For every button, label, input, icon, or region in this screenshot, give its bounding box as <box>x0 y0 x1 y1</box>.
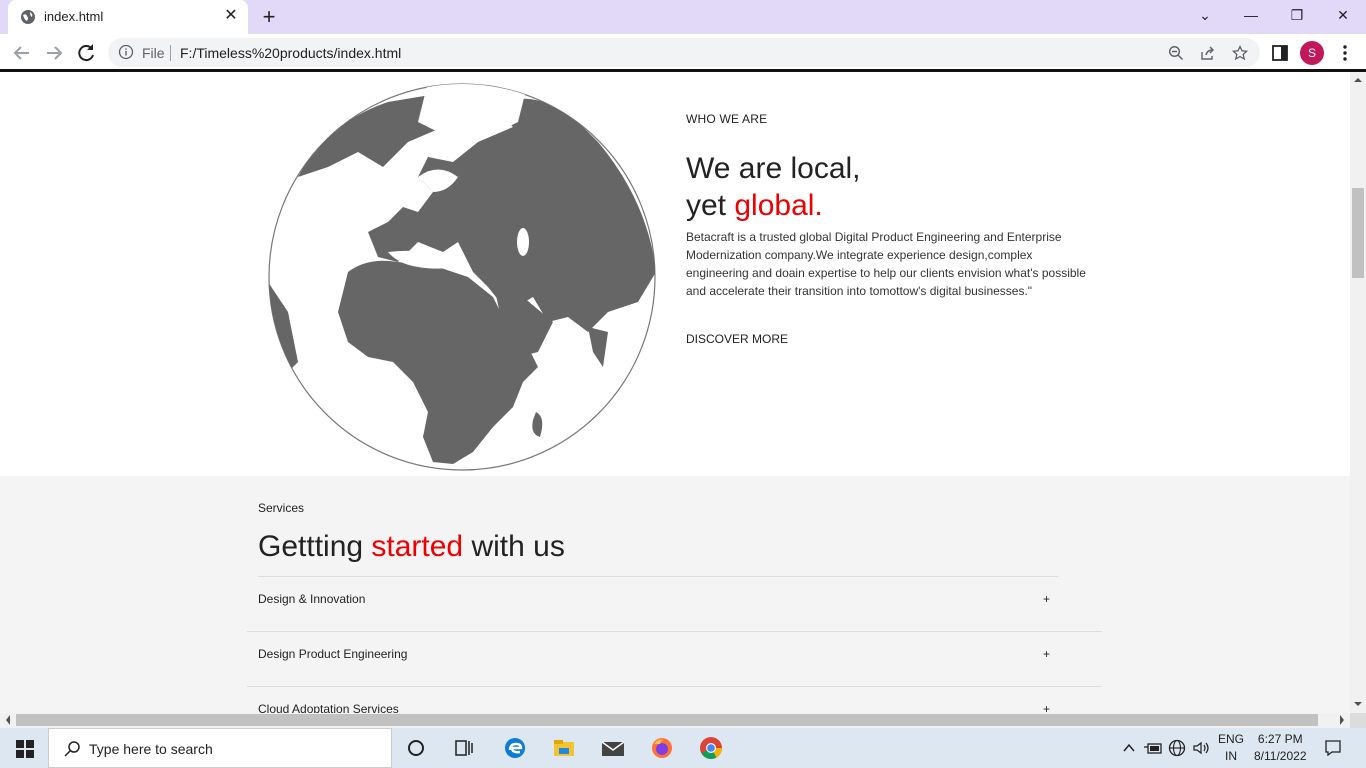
back-arrow-icon[interactable] <box>10 41 34 65</box>
tab-title: index.html <box>44 9 104 24</box>
volume-icon[interactable] <box>1192 739 1210 757</box>
url-scheme-label: File <box>142 45 165 61</box>
accordion-divider <box>247 631 1102 632</box>
accordion-expand-icon[interactable]: + <box>1043 702 1050 713</box>
tab-search-button[interactable]: ⌄ <box>1182 0 1228 30</box>
battery-icon[interactable] <box>1144 741 1162 755</box>
star-icon[interactable] <box>1232 45 1248 61</box>
info-icon[interactable] <box>118 44 134 60</box>
taskbar-search-placeholder: Type here to search <box>89 741 213 757</box>
services-section: Services Gettting started with us Design… <box>0 476 1350 713</box>
omnibox-divider <box>170 45 171 61</box>
system-clock[interactable]: 6:27 PM 8/11/2022 <box>1254 731 1307 765</box>
accordion-divider <box>247 686 1102 687</box>
headline-yet: yet <box>686 189 735 222</box>
services-title-accent: started <box>371 530 464 563</box>
vertical-scroll-thumb[interactable] <box>1352 188 1364 278</box>
network-globe-icon[interactable] <box>1168 739 1186 757</box>
hero-headline: We are local, yet global. <box>686 150 861 224</box>
services-label: Services <box>258 501 305 515</box>
clock-date: 8/11/2022 <box>1254 749 1307 763</box>
accordion-divider <box>258 576 1058 577</box>
services-title-end: with us <box>463 530 565 563</box>
firefox-icon[interactable] <box>648 734 676 762</box>
share-icon[interactable] <box>1200 45 1216 61</box>
headline-accent: global. <box>734 189 823 222</box>
edge-icon[interactable] <box>501 734 529 762</box>
scrollbar-corner <box>1350 713 1366 728</box>
language-indicator[interactable]: ENG IN <box>1218 731 1244 765</box>
accordion-expand-icon[interactable]: + <box>1043 592 1050 606</box>
accordion-item-design-innovation[interactable]: Design & Innovation <box>258 592 365 606</box>
window-close-button[interactable]: ✕ <box>1320 0 1366 30</box>
scroll-left-arrow-icon[interactable] <box>4 715 12 725</box>
globe-illustration <box>268 83 656 471</box>
mail-icon[interactable] <box>599 734 627 762</box>
taskbar-search-box[interactable]: Type here to search <box>48 728 392 768</box>
clock-time: 6:27 PM <box>1257 732 1303 746</box>
search-icon <box>64 741 80 757</box>
services-title: Gettting started with us <box>258 530 565 564</box>
accordion-item-design-product-engineering[interactable]: Design Product Engineering <box>258 647 407 661</box>
page-viewport: WHO WE ARE We are local, yet global. Bet… <box>0 72 1350 713</box>
url-text[interactable]: F:/Timeless%20products/index.html <box>180 45 401 61</box>
scroll-down-arrow-icon[interactable] <box>1354 700 1362 708</box>
notification-icon[interactable] <box>1324 739 1342 757</box>
windows-taskbar: Type here to search ENG IN 6:27 PM 8/11/… <box>0 728 1366 768</box>
address-bar[interactable]: File F:/Timeless%20products/index.html <box>108 38 1260 67</box>
vertical-scrollbar[interactable] <box>1350 72 1366 713</box>
scroll-right-arrow-icon[interactable] <box>1338 715 1346 725</box>
tab-close-button[interactable]: ✕ <box>222 7 240 25</box>
chrome-icon[interactable] <box>697 734 725 762</box>
windows-start-icon[interactable] <box>16 740 34 758</box>
browser-toolbar: File F:/Timeless%20products/index.html S <box>0 34 1366 72</box>
reload-icon[interactable] <box>74 41 98 65</box>
horizontal-scroll-thumb[interactable] <box>16 714 1318 726</box>
new-tab-button[interactable]: + <box>258 6 280 28</box>
services-title-start: Gettting <box>258 530 372 563</box>
horizontal-scrollbar[interactable] <box>0 713 1350 728</box>
scroll-up-arrow-icon[interactable] <box>1354 76 1362 84</box>
discover-more-link[interactable]: DISCOVER MORE <box>686 332 788 346</box>
accordion-expand-icon[interactable]: + <box>1043 647 1050 661</box>
region-code: IN <box>1225 749 1237 763</box>
globe-icon <box>21 10 35 24</box>
tab-strip: index.html ✕ + ⌄ — ❐ ✕ <box>0 0 1366 34</box>
restore-button[interactable]: ❐ <box>1274 0 1320 30</box>
forward-arrow-icon[interactable] <box>42 41 66 65</box>
hero-description: Betacraft is a trusted global Digital Pr… <box>686 230 1086 298</box>
browser-tab[interactable]: index.html ✕ <box>8 0 248 34</box>
task-view-icon[interactable] <box>450 734 478 762</box>
who-we-are-label: WHO WE ARE <box>686 112 768 126</box>
language-code: ENG <box>1218 732 1245 746</box>
kebab-menu-icon[interactable] <box>1335 43 1355 63</box>
chevron-up-icon[interactable] <box>1122 741 1136 755</box>
accordion-item-cloud-adoptation[interactable]: Cloud Adoptation Services <box>258 702 399 713</box>
zoom-icon[interactable] <box>1168 45 1184 61</box>
side-panel-icon[interactable] <box>1270 43 1290 63</box>
minimize-button[interactable]: — <box>1228 0 1274 30</box>
file-explorer-icon[interactable] <box>550 734 578 762</box>
cortana-icon[interactable] <box>402 734 430 762</box>
profile-avatar[interactable]: S <box>1300 41 1324 65</box>
headline-line-1: We are local, <box>686 152 861 185</box>
